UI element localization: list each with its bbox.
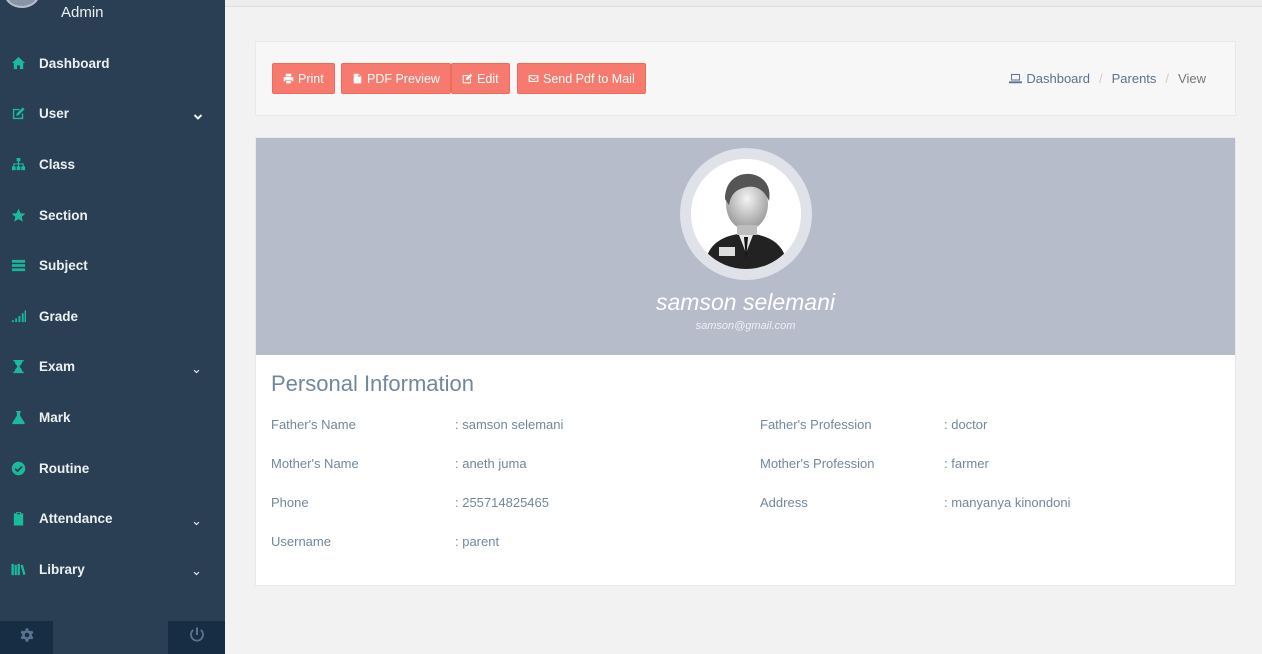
sidebar-item-label: Routine <box>39 460 90 476</box>
info-label: Username <box>271 534 331 549</box>
sidebar-item-label: Mark <box>39 409 71 425</box>
sidebar-user: Admin <box>0 0 225 30</box>
profile-card: samson selemani samson@gmail.com Persona… <box>255 137 1236 586</box>
breadcrumb-parents-label: Parents <box>1111 71 1157 86</box>
info-value: : farmer <box>944 456 989 471</box>
info-value: : samson selemani <box>455 417 564 432</box>
send-pdf-to-mail-button[interactable]: Send Pdf to Mail <box>517 63 646 94</box>
edit-button-label: Edit <box>477 71 499 86</box>
chevron-down-icon <box>193 514 203 525</box>
top-nav <box>225 0 1262 7</box>
chevron-down-icon <box>193 109 203 120</box>
gear-icon <box>19 627 35 648</box>
print-icon <box>283 73 294 84</box>
sidebar-item-routine[interactable]: Routine <box>0 443 225 494</box>
signal-icon <box>10 308 26 324</box>
sidebar: Admin Dashboard User Class Section Subje… <box>0 0 225 654</box>
sidebar-item-label: Section <box>39 207 88 223</box>
breadcrumb-current: View <box>1178 71 1206 86</box>
sidebar-item-subject[interactable]: Subject <box>0 240 225 291</box>
sidebar-item-exam[interactable]: Exam <box>0 342 225 393</box>
logout-button[interactable] <box>168 621 225 654</box>
sidebar-item-class[interactable]: Class <box>0 139 225 190</box>
laptop-icon <box>1009 74 1023 84</box>
toolbar-panel: Print PDF Preview Edit Send Pdf to Mail … <box>255 41 1236 116</box>
info-label: Mother's Name <box>271 456 359 471</box>
flask-icon <box>10 409 26 425</box>
hourglass-icon <box>10 359 26 375</box>
user-name: Admin <box>61 4 104 21</box>
pdf-preview-button[interactable]: PDF Preview <box>341 63 451 94</box>
breadcrumb-parents-link[interactable]: Parents <box>1112 71 1157 86</box>
sidebar-item-label: User <box>39 106 70 122</box>
edit-icon <box>10 106 26 122</box>
profile-cover: samson selemani samson@gmail.com <box>256 138 1235 355</box>
sidebar-item-mark[interactable]: Mark <box>0 392 225 443</box>
section-title: Personal Information <box>271 371 474 396</box>
sidebar-item-label: Library <box>39 561 85 577</box>
sidebar-item-library[interactable]: Library <box>0 544 225 595</box>
profile-photo <box>691 159 801 269</box>
breadcrumb-dashboard-label: Dashboard <box>1026 71 1090 86</box>
info-value: : doctor <box>944 417 988 432</box>
breadcrumb-dashboard-link[interactable]: Dashboard <box>1009 71 1090 86</box>
print-button[interactable]: Print <box>272 63 335 94</box>
envelope-icon <box>528 75 539 82</box>
send-pdf-to-mail-button-label: Send Pdf to Mail <box>543 71 635 86</box>
sidebar-item-label: Dashboard <box>39 55 110 71</box>
sidebar-item-label: Exam <box>39 359 76 375</box>
info-label: Address <box>760 495 808 510</box>
edit-button[interactable]: Edit <box>451 63 510 94</box>
edit-icon <box>462 73 473 84</box>
star-icon <box>10 207 26 223</box>
info-value: : parent <box>455 534 500 549</box>
sidebar-item-user[interactable]: User <box>0 89 225 140</box>
sidebar-item-label: Attendance <box>39 511 113 527</box>
info-label: Mother's Profession <box>760 456 875 471</box>
check-circle-icon <box>10 460 26 476</box>
sidebar-item-dashboard[interactable]: Dashboard <box>0 38 225 89</box>
book-icon <box>10 258 26 274</box>
info-label: Father's Profession <box>760 417 872 432</box>
avatar[interactable] <box>4 0 40 8</box>
info-label: Father's Name <box>271 417 356 432</box>
profile-photo-frame <box>680 148 812 280</box>
sidebar-item-label: Grade <box>39 308 79 324</box>
sidebar-item-attendance[interactable]: Attendance <box>0 493 225 544</box>
profile-name: samson selemani <box>656 289 835 315</box>
home-icon <box>10 55 26 71</box>
books-icon <box>10 561 26 577</box>
info-label: Phone <box>271 495 309 510</box>
print-button-label: Print <box>298 71 324 86</box>
clipboard-icon <box>10 511 26 527</box>
profile-email: samson@gmail.com <box>695 320 796 332</box>
file-icon <box>353 73 362 84</box>
pdf-preview-button-label: PDF Preview <box>367 71 440 86</box>
settings-button[interactable] <box>0 621 53 654</box>
info-value: : manyanya kinondoni <box>944 495 1071 510</box>
sidebar-footer <box>0 621 225 654</box>
breadcrumb: Dashboard / Parents / View <box>1009 71 1206 86</box>
sidebar-menu: Dashboard User Class Section Subject Gra… <box>0 38 225 595</box>
sidebar-item-section[interactable]: Section <box>0 190 225 241</box>
sidebar-item-grade[interactable]: Grade <box>0 291 225 342</box>
sidebar-item-label: Subject <box>39 258 88 274</box>
sidebar-item-label: Class <box>39 156 76 172</box>
breadcrumb-separator: / <box>1098 71 1103 86</box>
chevron-down-icon <box>193 564 203 576</box>
chevron-down-icon <box>193 362 203 374</box>
power-icon <box>189 627 205 648</box>
breadcrumb-separator: / <box>1165 71 1170 86</box>
info-value: : 255714825465 <box>455 495 549 510</box>
sitemap-icon <box>10 156 26 172</box>
info-value: : aneth juma <box>455 456 527 471</box>
